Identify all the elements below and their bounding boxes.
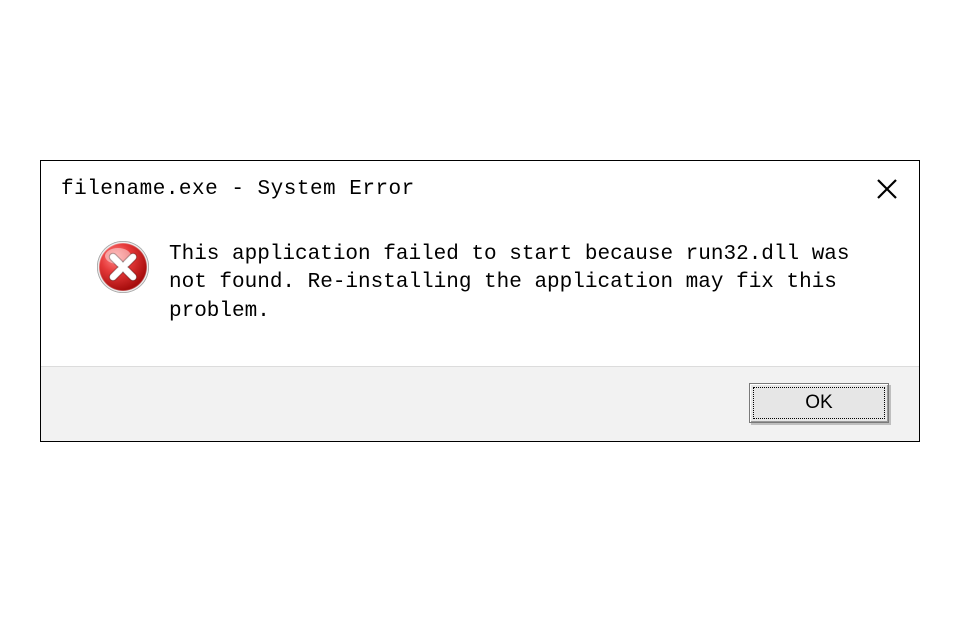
dialog-content: This application failed to start because… xyxy=(41,213,919,366)
error-dialog: filename.exe - System Error xyxy=(40,160,920,442)
window-title: filename.exe - System Error xyxy=(61,178,415,201)
close-button[interactable] xyxy=(873,175,901,203)
title-bar: filename.exe - System Error xyxy=(41,161,919,213)
button-bar: OK xyxy=(41,366,919,441)
ok-button[interactable]: OK xyxy=(749,383,889,423)
close-icon xyxy=(876,178,898,200)
error-message: This application failed to start because… xyxy=(169,239,869,326)
error-icon xyxy=(95,239,151,295)
